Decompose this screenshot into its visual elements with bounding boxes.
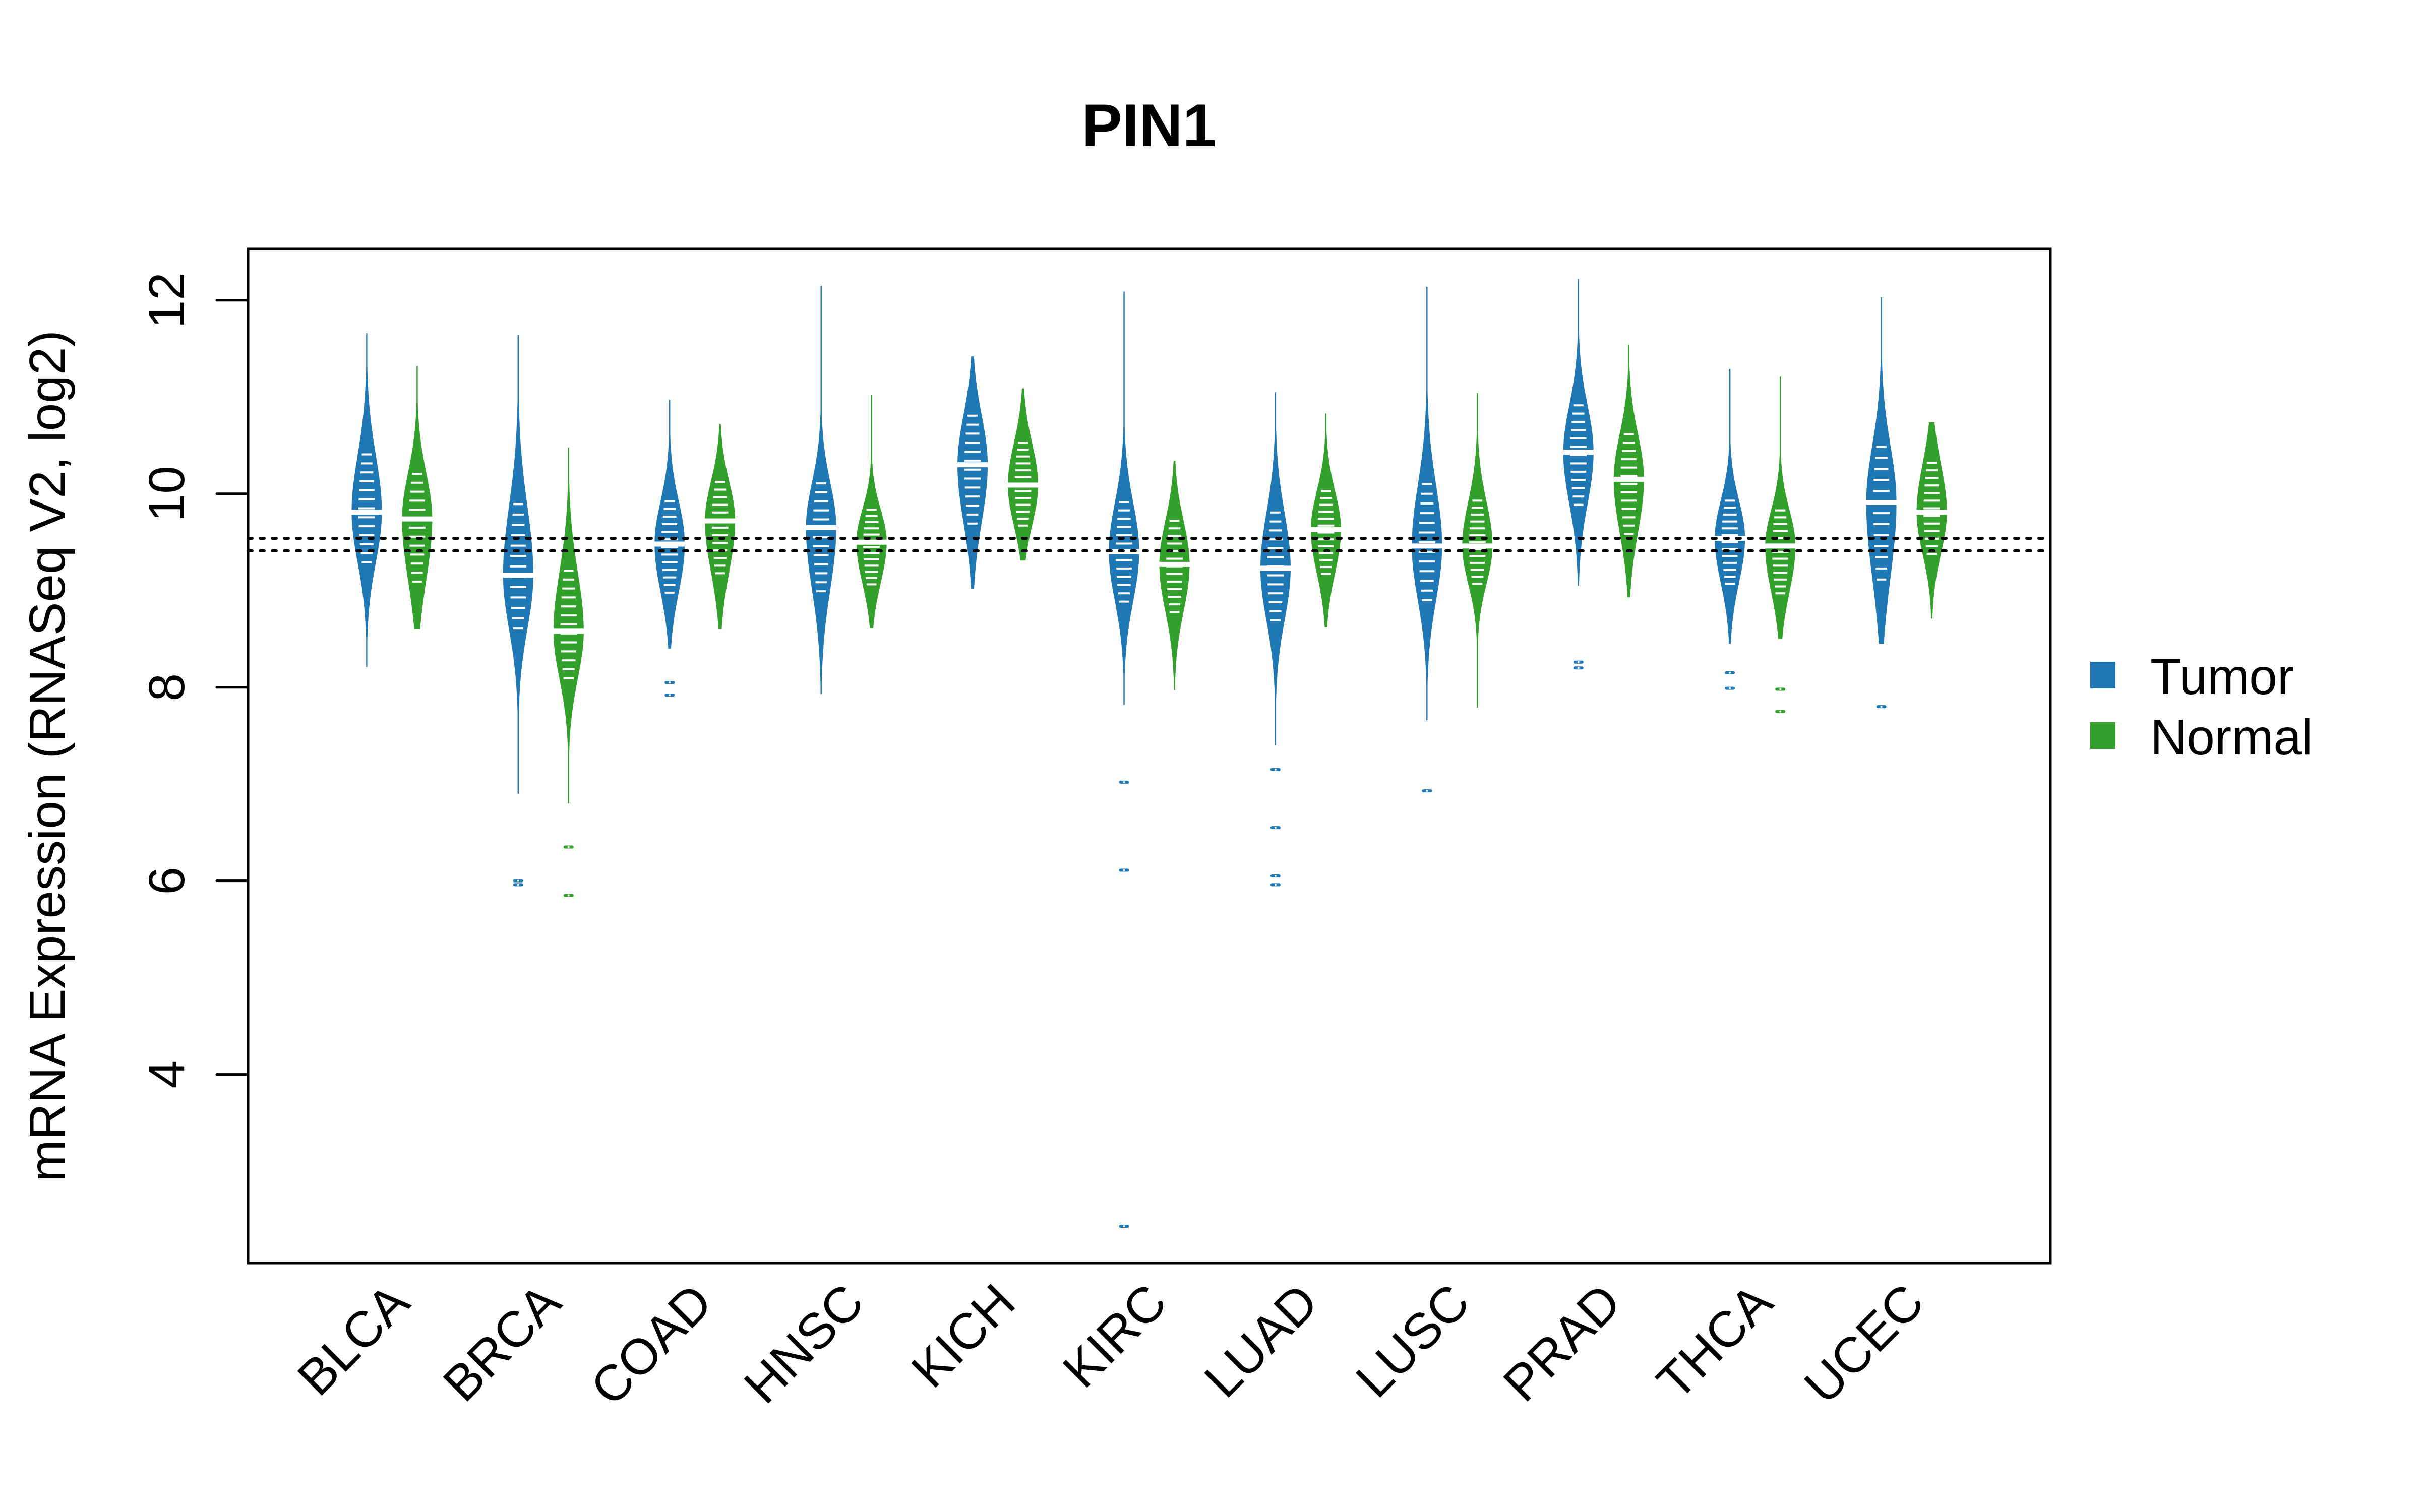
outlier-center [517,884,519,886]
violin-body [856,395,887,628]
violin-tumor-hnsc [804,286,838,695]
outlier-center [669,694,671,697]
y-tick-label: 4 [139,1060,195,1089]
x-tick-label: PRAD [1493,1273,1632,1412]
violin-normal-coad [703,424,738,629]
x-tick-label: UCEC [1794,1273,1935,1414]
violin-body [1310,413,1341,627]
outlier-center [1274,768,1277,771]
legend-label-tumor: Tumor [2150,649,2294,705]
violin-normal-blca [400,366,435,629]
outlier-center [1577,667,1580,669]
violin-tumor-blca [349,333,384,667]
violin-body [806,286,836,695]
violin-tumor-luad [1258,392,1293,887]
violin-tumor-coad [652,400,687,697]
violin-tumor-thca [1713,369,1747,690]
outlier-center [1274,875,1277,877]
violin-normal-lusc [1460,393,1495,708]
outlier-center [517,879,519,882]
outlier-center [567,846,570,848]
violin-normal-ucec [1914,422,1949,619]
x-tick-label: KICH [900,1273,1025,1398]
x-tick-label: THCA [1646,1273,1783,1410]
violin-tumor-brca [501,335,535,887]
legend: Tumor Normal [2090,649,2313,766]
legend-swatch-tumor [2090,662,2115,688]
x-axis-labels: BLCA BRCA COAD HNSC KICH KIRC LUAD LUSC PRAD THCA… [287,1273,1934,1416]
x-tick-label: BLCA [287,1273,420,1406]
violins [349,279,1949,1228]
x-tick-label: HNSC [734,1273,875,1414]
violin-body [503,335,533,794]
violin-body [1765,376,1796,639]
violin-tumor-kirc [1107,291,1141,1228]
violin-body [1462,393,1493,708]
outlier-center [1274,884,1277,886]
outlier-center [1779,688,1782,690]
violin-body [1008,388,1039,561]
violin-chart: PIN1 mRNA Expression (RNASeq V2, log2) 4… [19,92,2313,1416]
violin-body [1159,461,1190,690]
legend-label-normal: Normal [2150,709,2313,766]
x-tick-label: KIRC [1052,1273,1177,1398]
chart-title: PIN1 [1082,92,1217,159]
violin-body [957,356,988,589]
violin-normal-hnsc [854,395,889,628]
y-tick-label: 8 [139,673,195,702]
outlier-center [669,681,671,684]
outlier-center [1577,661,1580,663]
violin-normal-luad [1308,413,1343,627]
outlier-center [567,894,570,897]
outlier-center [1123,869,1125,871]
y-tick-label: 12 [139,272,195,328]
violin-tumor-lusc [1410,286,1444,793]
y-axis: 4 6 8 10 12 [139,272,250,1089]
violin-tumor-prad [1561,279,1596,670]
x-tick-label: LUAD [1194,1273,1329,1408]
x-tick-label: BRCA [433,1273,572,1412]
violin-tumor-ucec [1864,297,1899,709]
violin-normal-brca [551,447,586,897]
y-tick-label: 6 [139,867,195,895]
outlier-center [1426,790,1428,792]
violin-body [402,366,433,629]
violin-body [1715,369,1745,644]
violin-normal-thca [1763,376,1798,713]
outlier-center [1123,781,1125,783]
violin-body [1613,345,1644,598]
outlier-center [1729,671,1731,674]
legend-swatch-normal [2090,722,2115,749]
violin-tumor-kich [955,356,990,589]
x-tick-label: LUSC [1345,1273,1480,1408]
violin-normal-prad [1611,345,1646,598]
outlier-center [1729,687,1731,689]
outlier-center [1123,1225,1125,1228]
y-axis-label: mRNA Expression (RNASeq V2, log2) [19,330,76,1182]
violin-body [1866,297,1897,644]
outlier-center [1880,706,1883,708]
violin-body [1916,422,1947,619]
outlier-center [1779,710,1782,713]
outlier-center [1274,827,1277,829]
y-tick-label: 10 [139,466,195,522]
violin-normal-kirc [1157,461,1192,690]
x-tick-label: COAD [580,1273,722,1416]
violin-body [1109,291,1139,705]
violin-normal-kich [1006,388,1041,561]
